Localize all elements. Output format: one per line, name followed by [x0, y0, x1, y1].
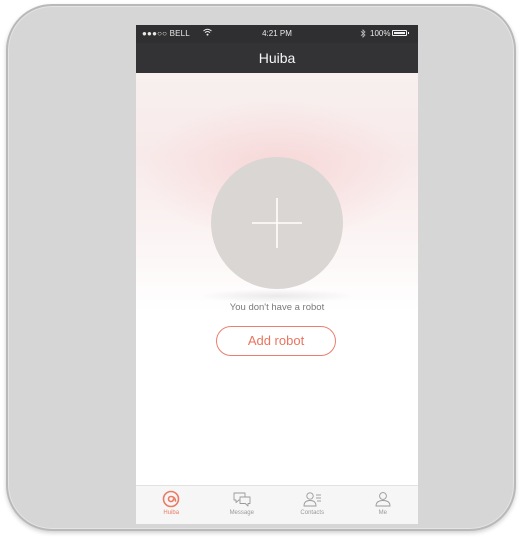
- tab-label: Message: [229, 510, 254, 516]
- tab-label: Huiba: [163, 510, 180, 516]
- tab-label: Me: [378, 510, 387, 516]
- circle-shadow: [198, 289, 356, 303]
- phone-screen: ●●●○○ BELL 4:21 PM 100% Huiba You don't …: [136, 25, 418, 524]
- tab-contacts[interactable]: Contacts: [277, 486, 348, 524]
- device-frame: ●●●○○ BELL 4:21 PM 100% Huiba You don't …: [6, 4, 516, 531]
- person-icon: [375, 492, 391, 507]
- tab-message[interactable]: Message: [207, 486, 278, 524]
- plus-icon: [252, 198, 302, 248]
- bluetooth-icon: [360, 29, 366, 38]
- page-title: Huiba: [258, 50, 296, 66]
- chat-bubbles-icon: [233, 492, 251, 507]
- tab-label: Contacts: [300, 510, 325, 516]
- battery-percent: 100%: [370, 29, 391, 38]
- huiba-swirl-icon: [162, 490, 180, 508]
- battery-icon: [392, 30, 409, 36]
- main-content: You don't have a robot Add robot: [136, 73, 418, 485]
- nav-bar: Huiba: [136, 43, 418, 73]
- tab-bar: Huiba Message Contacts Me: [136, 485, 418, 524]
- tab-me[interactable]: Me: [348, 486, 419, 524]
- add-robot-circle[interactable]: [211, 157, 343, 289]
- add-robot-button[interactable]: Add robot: [216, 326, 336, 356]
- empty-state-message: You don't have a robot: [229, 302, 325, 313]
- contacts-icon: [303, 492, 322, 507]
- tab-huiba[interactable]: Huiba: [136, 486, 207, 524]
- status-bar: ●●●○○ BELL 4:21 PM 100%: [136, 25, 418, 43]
